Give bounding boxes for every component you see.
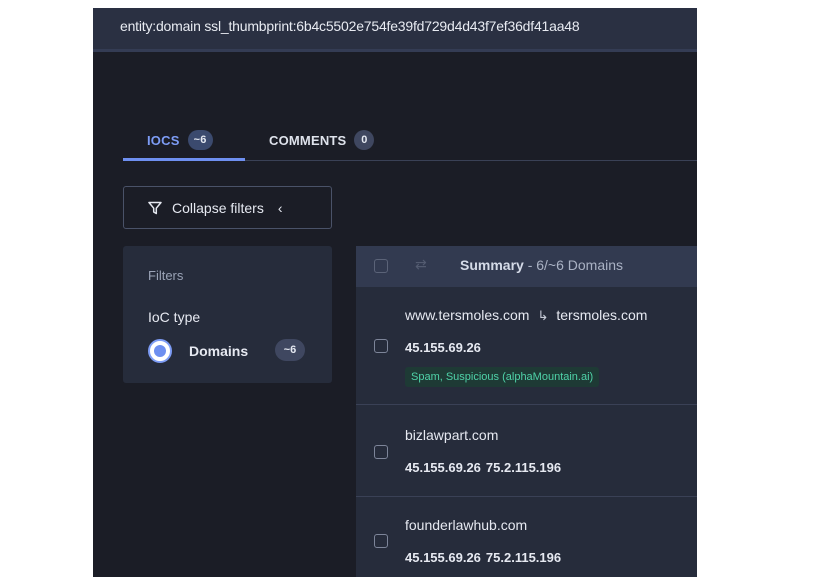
tab-comments-count: 0	[354, 130, 375, 150]
ip-address[interactable]: 45.155.69.26	[405, 340, 481, 355]
domains-option-count: ~6	[275, 339, 305, 361]
table-row[interactable]: www.tersmoles.com ↳ tersmoles.com 45.155.6…	[356, 287, 697, 405]
search-query[interactable]: entity:domain ssl_thumbprint:6b4c5502e75…	[120, 18, 580, 34]
ioc-type-label: IoC type	[148, 309, 201, 325]
domain-name[interactable]: www.tersmoles.com	[405, 307, 529, 323]
tab-iocs-count: ~6	[187, 130, 213, 150]
ip-address[interactable]: 75.2.115.196	[486, 460, 561, 475]
domains-option-label: Domains	[189, 343, 249, 359]
summary-label: Summary	[460, 257, 524, 273]
results-header: ⇄ Summary - 6/~6 Domains	[356, 246, 697, 287]
redirect-arrow-icon: ↳	[537, 308, 549, 323]
filters-panel: Filters IoC type Domains ~6	[123, 246, 332, 383]
swap-icon[interactable]: ⇄	[415, 256, 427, 273]
ip-address[interactable]: 45.155.69.26	[405, 550, 481, 565]
threat-tag: Spam, Suspicious (alphaMountain.ai)	[405, 367, 600, 387]
redirect-target[interactable]: tersmoles.com	[556, 307, 647, 323]
tab-comments[interactable]: COMMENTS 0	[269, 120, 375, 160]
row-checkbox[interactable]	[374, 534, 388, 548]
select-all-checkbox[interactable]	[374, 259, 388, 273]
app-window: ⌝ entity:domain ssl_thumbprint:6b4c5502e…	[93, 8, 697, 577]
row-checkbox[interactable]	[374, 445, 388, 459]
results-table: ⇄ Summary - 6/~6 Domains www.tersmoles.c…	[356, 246, 697, 577]
active-tab-indicator	[123, 158, 245, 161]
chevron-left-icon: ‹	[277, 199, 283, 216]
tab-bar: IOCS ~6 COMMENTS 0	[123, 120, 697, 162]
ip-address[interactable]: 75.2.115.196	[486, 550, 561, 565]
domains-radio[interactable]	[148, 339, 172, 363]
collapse-filters-label: Collapse filters	[172, 199, 264, 216]
row-ips: 45.155.69.26	[405, 340, 481, 355]
row-ips: 45.155.69.26 75.2.115.196	[405, 550, 561, 565]
results-summary: Summary - 6/~6 Domains	[460, 257, 623, 273]
domain-name[interactable]: bizlawpart.com	[405, 427, 498, 443]
row-domain: www.tersmoles.com ↳ tersmoles.com	[405, 307, 647, 324]
row-domain: founderlawhub.com	[405, 517, 527, 533]
table-row[interactable]: bizlawpart.com 45.155.69.26 75.2.115.196	[356, 405, 697, 497]
row-checkbox[interactable]	[374, 339, 388, 353]
collapse-filters-button[interactable]: Collapse filters ‹	[123, 186, 332, 229]
radio-selected-dot	[154, 345, 166, 357]
tab-iocs[interactable]: IOCS ~6	[147, 120, 213, 160]
tab-iocs-label: IOCS	[147, 132, 180, 148]
tab-comments-label: COMMENTS	[269, 132, 347, 148]
domain-name[interactable]: founderlawhub.com	[405, 517, 527, 533]
table-row[interactable]: founderlawhub.com 45.155.69.26 75.2.115.1…	[356, 497, 697, 577]
domains-filter-option[interactable]: Domains ~6	[148, 339, 305, 363]
filters-title: Filters	[148, 268, 184, 283]
row-ips: 45.155.69.26 75.2.115.196	[405, 460, 561, 475]
search-bar[interactable]: ⌝ entity:domain ssl_thumbprint:6b4c5502e…	[93, 8, 697, 52]
row-domain: bizlawpart.com	[405, 427, 498, 443]
funnel-icon	[148, 201, 162, 214]
ip-address[interactable]: 45.155.69.26	[405, 460, 481, 475]
summary-detail: - 6/~6 Domains	[523, 257, 624, 273]
